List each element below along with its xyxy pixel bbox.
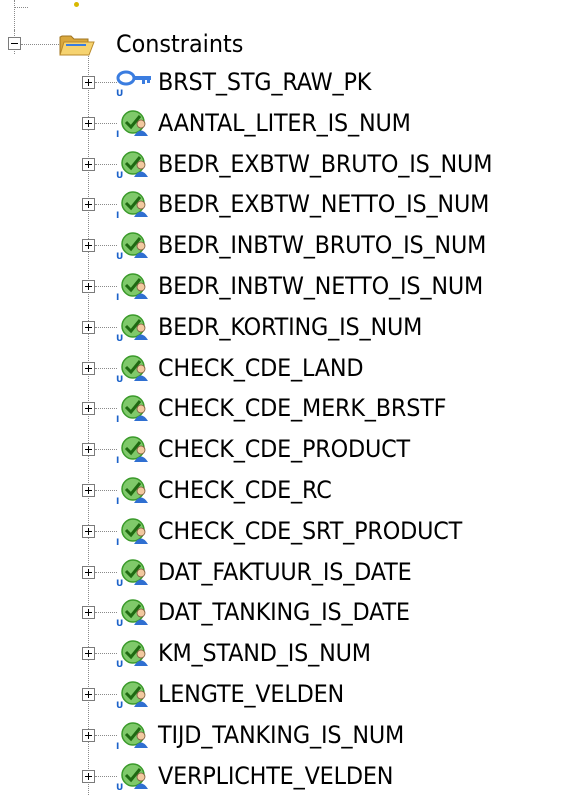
svg-text:I: I xyxy=(116,538,119,546)
tree-connector xyxy=(21,44,59,45)
expand-toggle[interactable] xyxy=(82,158,95,171)
constraint-label: CHECK_CDE_RC xyxy=(158,476,332,504)
constraint-item[interactable]: I CHECK_CDE_MERK_BRSTF xyxy=(114,391,564,425)
expand-toggle[interactable] xyxy=(82,606,95,619)
svg-text:I: I xyxy=(116,456,119,464)
folder-open-icon xyxy=(59,35,95,56)
constraints-tree: Constraints U BRST_STG_RAW_PK I AANTAL_L… xyxy=(0,0,566,795)
svg-text:I: I xyxy=(116,130,119,138)
constraint-label: DAT_FAKTUUR_IS_DATE xyxy=(158,558,412,586)
constraint-label: TIJD_TANKING_IS_NUM xyxy=(158,721,405,749)
check-constraint-icon: I xyxy=(116,436,148,464)
constraint-item[interactable]: I BEDR_INBTW_NETTO_IS_NUM xyxy=(114,269,564,303)
expand-toggle[interactable] xyxy=(82,566,95,579)
svg-text:I: I xyxy=(116,415,119,423)
constraint-item[interactable]: U CHECK_CDE_LAND xyxy=(114,351,564,385)
constraint-item[interactable]: U DAT_TANKING_IS_DATE xyxy=(114,595,564,629)
expand-toggle[interactable] xyxy=(82,729,95,742)
check-constraint-icon: I xyxy=(116,273,148,301)
check-constraint-icon: I xyxy=(116,477,148,505)
svg-text:U: U xyxy=(116,375,123,383)
check-constraint-icon: I xyxy=(116,395,148,423)
svg-text:U: U xyxy=(116,619,123,627)
svg-text:U: U xyxy=(116,701,123,709)
expand-toggle[interactable] xyxy=(82,525,95,538)
svg-text:I: I xyxy=(116,293,119,301)
svg-text:U: U xyxy=(116,89,123,97)
constraint-item[interactable]: U LENGTE_VELDEN xyxy=(114,677,564,711)
constraint-item[interactable]: I BEDR_EXBTW_NETTO_IS_NUM xyxy=(114,187,564,221)
check-constraint-icon: U xyxy=(116,640,148,668)
check-constraint-icon: U xyxy=(116,681,148,709)
expand-toggle[interactable] xyxy=(82,770,95,783)
warning-dot-icon xyxy=(74,2,79,7)
svg-text:U: U xyxy=(116,660,123,668)
constraint-label: DAT_TANKING_IS_DATE xyxy=(158,598,410,626)
svg-text:U: U xyxy=(116,579,123,587)
constraint-label: AANTAL_LITER_IS_NUM xyxy=(158,109,411,137)
expand-toggle[interactable] xyxy=(82,443,95,456)
check-constraint-icon: I xyxy=(116,518,148,546)
check-constraint-icon: U xyxy=(116,763,148,791)
folder-label: Constraints xyxy=(116,30,244,58)
constraint-label: CHECK_CDE_PRODUCT xyxy=(158,435,411,463)
constraint-item[interactable]: I AANTAL_LITER_IS_NUM xyxy=(114,106,564,140)
constraint-label: LENGTE_VELDEN xyxy=(158,680,345,708)
check-constraint-icon: I xyxy=(116,722,148,750)
check-constraint-icon: U xyxy=(116,559,148,587)
svg-text:I: I xyxy=(116,497,119,505)
expand-toggle[interactable] xyxy=(82,198,95,211)
constraint-item[interactable]: U BEDR_KORTING_IS_NUM xyxy=(114,310,564,344)
svg-text:U: U xyxy=(116,783,123,791)
svg-text:I: I xyxy=(116,211,119,219)
expand-toggle[interactable] xyxy=(82,76,95,89)
constraint-item[interactable]: U DAT_FAKTUUR_IS_DATE xyxy=(114,555,564,589)
constraint-item[interactable]: U BRST_STG_RAW_PK xyxy=(114,65,564,99)
constraint-label: CHECK_CDE_LAND xyxy=(158,354,364,382)
check-constraint-icon: U xyxy=(116,151,148,179)
constraint-item[interactable]: U KM_STAND_IS_NUM xyxy=(114,636,564,670)
constraint-item[interactable]: U BEDR_EXBTW_BRUTO_IS_NUM xyxy=(114,147,564,181)
constraint-label: VERPLICHTE_VELDEN xyxy=(158,762,394,790)
constraint-label: BRST_STG_RAW_PK xyxy=(158,68,372,96)
constraint-item[interactable]: I TIJD_TANKING_IS_NUM xyxy=(114,718,564,752)
svg-text:U: U xyxy=(116,334,123,342)
constraint-label: BEDR_KORTING_IS_NUM xyxy=(158,313,423,341)
constraint-label: BEDR_INBTW_BRUTO_IS_NUM xyxy=(158,231,487,259)
collapse-toggle[interactable] xyxy=(8,37,21,50)
expand-toggle[interactable] xyxy=(82,647,95,660)
constraint-item[interactable]: I CHECK_CDE_PRODUCT xyxy=(114,432,564,466)
tree-connector xyxy=(14,7,28,8)
svg-text:U: U xyxy=(116,252,123,260)
check-constraint-icon: U xyxy=(116,314,148,342)
constraint-label: CHECK_CDE_MERK_BRSTF xyxy=(158,394,447,422)
constraints-folder[interactable]: Constraints xyxy=(58,27,338,61)
constraint-label: CHECK_CDE_SRT_PRODUCT xyxy=(158,517,463,545)
check-constraint-icon: I xyxy=(116,191,148,219)
expand-toggle[interactable] xyxy=(82,484,95,497)
check-constraint-icon: U xyxy=(116,355,148,383)
expand-toggle[interactable] xyxy=(82,362,95,375)
constraint-label: BEDR_EXBTW_BRUTO_IS_NUM xyxy=(158,150,493,178)
tree-connector xyxy=(14,0,15,30)
expand-toggle[interactable] xyxy=(82,688,95,701)
expand-toggle[interactable] xyxy=(82,280,95,293)
constraint-label: BEDR_EXBTW_NETTO_IS_NUM xyxy=(158,190,490,218)
primary-key-icon: U xyxy=(116,70,151,97)
constraint-label: KM_STAND_IS_NUM xyxy=(158,639,371,667)
check-constraint-icon: U xyxy=(116,232,148,260)
constraint-item[interactable]: U BEDR_INBTW_BRUTO_IS_NUM xyxy=(114,228,564,262)
constraint-item[interactable]: U VERPLICHTE_VELDEN xyxy=(114,759,564,793)
check-constraint-icon: U xyxy=(116,599,148,627)
constraint-item[interactable]: I CHECK_CDE_SRT_PRODUCT xyxy=(114,514,564,548)
constraint-label: BEDR_INBTW_NETTO_IS_NUM xyxy=(158,272,484,300)
expand-toggle[interactable] xyxy=(82,239,95,252)
constraint-item[interactable]: I CHECK_CDE_RC xyxy=(114,473,564,507)
expand-toggle[interactable] xyxy=(82,321,95,334)
expand-toggle[interactable] xyxy=(82,402,95,415)
svg-text:I: I xyxy=(116,742,119,750)
expand-toggle[interactable] xyxy=(82,117,95,130)
check-constraint-icon: I xyxy=(116,110,148,138)
svg-text:U: U xyxy=(116,171,123,179)
